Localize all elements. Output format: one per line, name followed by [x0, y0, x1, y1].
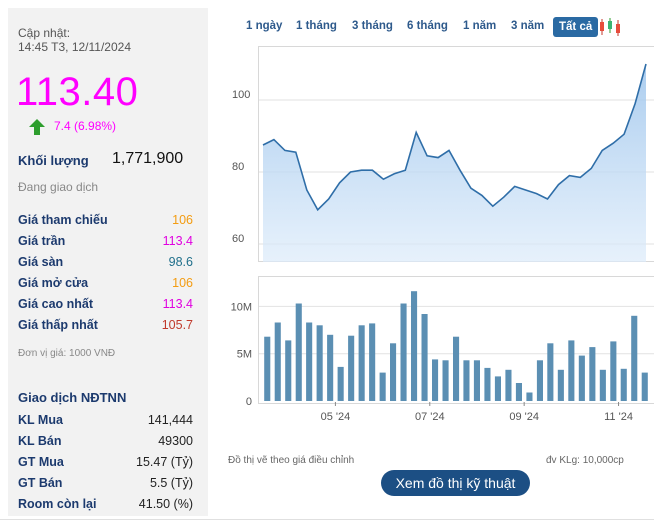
volume-bar [306, 322, 313, 401]
volume-bar [421, 314, 428, 401]
volume-bar [473, 360, 480, 401]
volume-bar [264, 336, 271, 401]
volume-bar [505, 369, 512, 401]
y-tick-label: 0 [246, 396, 252, 408]
volume-bar [631, 315, 638, 401]
volume-bar [411, 291, 418, 401]
volume-bar [463, 360, 470, 401]
divider [0, 519, 654, 520]
volume-bar [379, 372, 386, 401]
volume-bar [369, 323, 376, 401]
adjusted-price-note: Đồ thị vẽ theo giá điều chỉnh [228, 455, 355, 466]
volume-bar [442, 360, 449, 401]
volume-bar [641, 372, 648, 401]
volume-bar [400, 303, 407, 401]
volume-bar [358, 325, 365, 401]
volume-bar [578, 355, 585, 401]
volume-chart: 0 5M 10M 05 '24 07 '24 09 '24 11 '24 [231, 291, 654, 423]
volume-bar [589, 347, 596, 401]
volume-bar [515, 383, 522, 401]
technical-chart-button[interactable]: Xem đồ thị kỹ thuật [381, 470, 530, 496]
volume-bar [610, 341, 617, 401]
x-tick-label: 11 '24 [604, 411, 633, 423]
volume-bar [568, 340, 575, 401]
y-tick-label: 5M [237, 349, 252, 361]
x-tick-label: 07 '24 [415, 411, 445, 423]
y-tick-label: 10M [231, 301, 252, 313]
volume-bar [390, 343, 397, 401]
volume-bar [274, 322, 281, 401]
volume-bar [494, 376, 501, 401]
volume-bar [526, 392, 533, 401]
volume-bar [295, 303, 302, 401]
volume-bar [536, 360, 543, 401]
x-tick-label: 09 '24 [509, 411, 539, 423]
volume-bar [547, 343, 554, 401]
volume-bar [620, 368, 627, 401]
volume-unit-note: đv KLg: 10,000cp [546, 455, 624, 466]
volume-bar [285, 340, 292, 401]
volume-bar [316, 325, 323, 401]
volume-bar [599, 369, 606, 401]
volume-bar [327, 334, 334, 401]
x-tick-label: 05 '24 [321, 411, 351, 423]
volume-bar [348, 335, 355, 401]
volume-bar [432, 359, 439, 401]
volume-bar [337, 366, 344, 401]
volume-bar [484, 367, 491, 401]
volume-bar [557, 369, 564, 401]
volume-bar [453, 336, 460, 401]
